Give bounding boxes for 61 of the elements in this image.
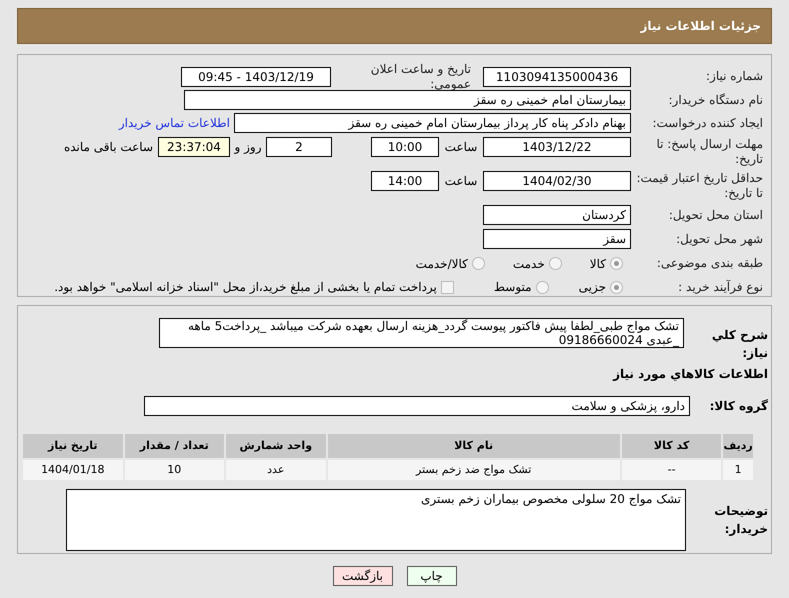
text-field[interactable]: 1403/12/22	[483, 137, 631, 157]
field-label: نام دستگاه خریدار:	[668, 92, 763, 108]
column-header: کد کالا	[620, 433, 722, 459]
table-cell: --	[620, 459, 722, 481]
column-header: ردیف	[722, 433, 754, 459]
back-button[interactable]: بازگشت	[332, 566, 392, 586]
time-label: ساعت	[444, 173, 478, 190]
text-field[interactable]: 2	[266, 137, 332, 157]
radio-label: کالا/خدمت	[416, 256, 468, 272]
time-label: ساعت	[444, 139, 478, 156]
radio-label: کالا	[590, 256, 606, 272]
radio-button[interactable]	[610, 280, 623, 294]
text-field[interactable]: کردستان	[483, 205, 631, 225]
radio-label: جزیی	[578, 279, 606, 296]
text-field[interactable]: دارو، پزشکی و سلامت	[144, 396, 690, 416]
field-label: حداقل تاریخ اعتبار قیمت: تا تاریخ:	[635, 171, 763, 201]
table-cell: عدد	[225, 459, 327, 481]
radio-button[interactable]	[548, 257, 562, 270]
text-field[interactable]: 10:00	[371, 137, 439, 157]
field-label: تاریخ و ساعت اعلان عمومی:	[370, 62, 471, 92]
radio-button[interactable]	[472, 257, 485, 270]
description-box[interactable]: تشک مواج طبی_لطفا پیش فاکتور پیوست گردد_هزینه ارسال بعهده شرکت میباشد _پرداخت5 ماهه _عبدی 09186660024	[159, 318, 684, 348]
page-title: جزئیات اطلاعات نیاز	[640, 18, 761, 35]
text-field[interactable]: 1403/12/19 - 09:45	[181, 66, 331, 86]
text-field[interactable]: 1103094135000436	[483, 66, 631, 86]
countdown-field[interactable]: 23:37:04	[158, 137, 230, 157]
field-label: شهر محل تحویل:	[675, 232, 763, 246]
field-label: استان محل تحویل:	[668, 208, 763, 222]
radio-label: متوسط	[494, 279, 532, 296]
field-label: نوع فرآیند خرید :	[677, 280, 763, 294]
text-field[interactable]: سقز	[483, 229, 631, 249]
buyer-contact-link[interactable]: اطلاعات تماس خریدار	[118, 114, 230, 132]
notes-box[interactable]: تشک مواج 20 سلولی مخصوص بیماران زخم بستری	[66, 489, 686, 551]
column-header: تاریخ نیاز	[22, 433, 124, 459]
field-label: شرح کلي نياز:	[710, 327, 768, 362]
field-label: طبقه بندی موضوعی:	[656, 256, 763, 271]
field-label: ایجاد کننده درخواست:	[651, 116, 763, 130]
checkbox-label: پرداخت تمام یا بخشی از مبلغ خرید،از محل "اسناد خزانه اسلامی" خواهد بود.	[54, 279, 437, 296]
table-cell: 10	[124, 459, 226, 481]
text-field[interactable]: بهنام دادکر پناه کار پرداز بیمارستان امام خمینی ره سقز	[234, 113, 631, 133]
field-label: شماره نیاز:	[705, 69, 763, 84]
table-cell: 1404/01/18	[22, 459, 124, 481]
table-cell: 1	[722, 459, 754, 481]
column-header: نام کالا	[326, 433, 621, 459]
table-cell: تشک مواج ضد زخم بستر	[326, 459, 621, 481]
field-label: مهلت ارسال پاسخ: تا تاریخ:	[655, 137, 763, 167]
remaining-label: ساعت باقی مانده	[64, 139, 153, 156]
radio-button[interactable]	[610, 257, 623, 270]
text-field[interactable]: 14:00	[371, 171, 439, 191]
days-label: روز و	[233, 139, 262, 156]
column-header: واحد شمارش	[225, 433, 327, 459]
column-header: تعداد / مقدار	[124, 433, 226, 459]
field-label: گروه کالا:	[708, 398, 768, 415]
checkbox[interactable]	[440, 280, 454, 294]
radio-button[interactable]	[536, 280, 549, 294]
text-field[interactable]: 1404/02/30	[483, 171, 631, 191]
text-field[interactable]: بیمارستان امام خمینی ره سقز	[184, 90, 631, 110]
field-label: توضیحات خریدار:	[713, 503, 768, 538]
radio-label: خدمت	[512, 256, 545, 272]
section-title: اطلاعات کالاهاي مورد نياز	[612, 366, 768, 383]
print-button[interactable]: چاپ	[406, 566, 456, 586]
